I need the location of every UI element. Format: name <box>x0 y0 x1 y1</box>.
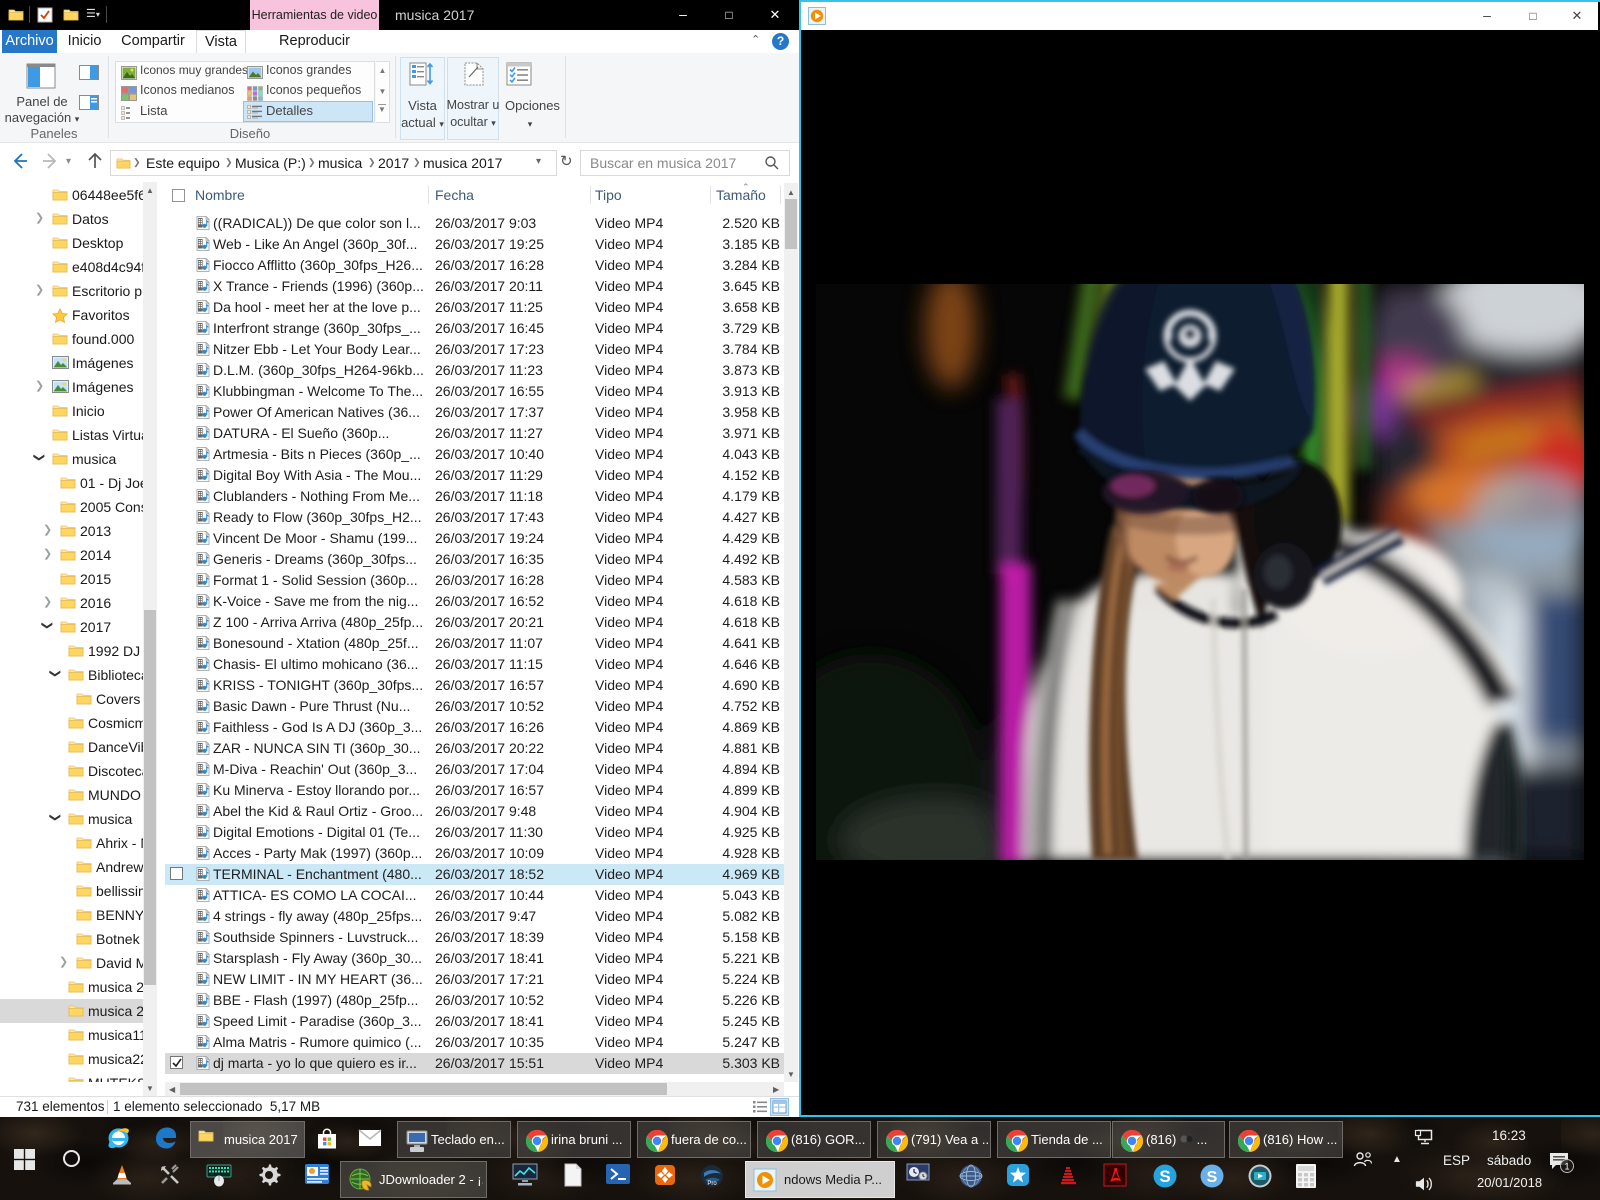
svg-text:Pro: Pro <box>707 1181 717 1187</box>
svg-text:1: 1 <box>1564 1162 1569 1172</box>
svg-text:S: S <box>1207 1169 1218 1186</box>
svg-text:S: S <box>1159 1167 1170 1186</box>
